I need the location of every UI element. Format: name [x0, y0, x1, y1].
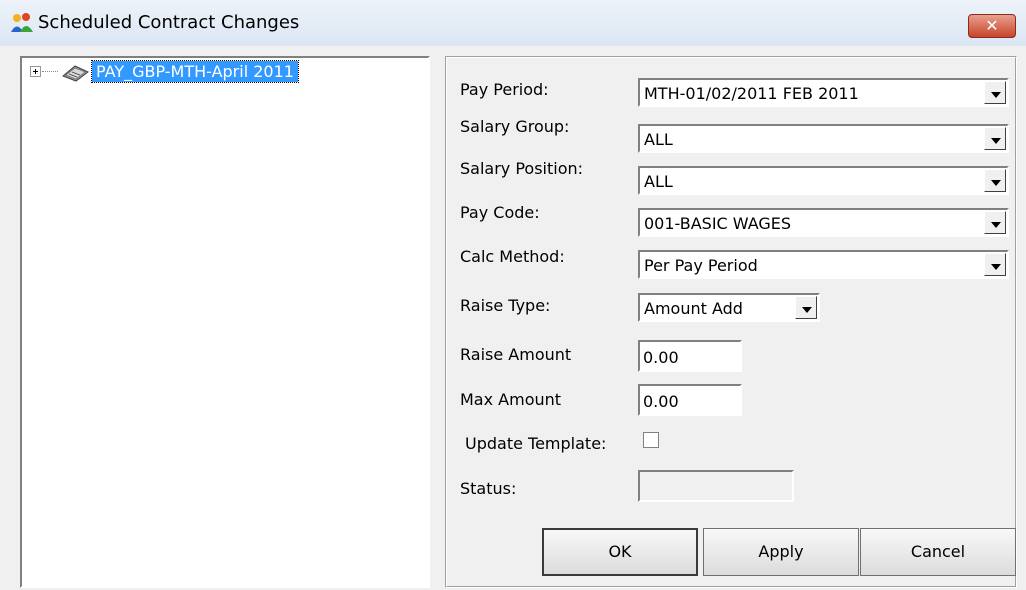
update-template-checkbox[interactable]	[643, 432, 659, 448]
pay-period-select[interactable]: MTH-01/02/2011 FEB 2011	[638, 78, 1009, 107]
chevron-down-icon	[991, 180, 1001, 186]
max-amount-value: 0.00	[643, 392, 679, 411]
payroll-tree[interactable]: PAY_GBP-MTH-April 2011	[20, 56, 430, 588]
ok-button[interactable]: OK	[542, 528, 698, 576]
chevron-down-icon	[802, 307, 812, 313]
cancel-button[interactable]: Cancel	[860, 528, 1016, 576]
salary-position-select[interactable]: ALL	[638, 166, 1009, 195]
tree-node-pay-period[interactable]: PAY_GBP-MTH-April 2011	[91, 60, 299, 83]
close-button[interactable]: ✕	[968, 14, 1016, 38]
pay-code-select[interactable]: 001-BASIC WAGES	[638, 208, 1009, 237]
raise-type-select[interactable]: Amount Add	[638, 293, 820, 322]
pay-code-label: Pay Code:	[460, 203, 540, 222]
salary-group-dropdown-button[interactable]	[984, 127, 1006, 150]
raise-amount-input[interactable]: 0.00	[638, 340, 742, 372]
close-icon: ✕	[985, 16, 999, 35]
tree-connector-line	[42, 71, 58, 72]
salary-group-select[interactable]: ALL	[638, 124, 1009, 153]
salary-position-dropdown-button[interactable]	[984, 169, 1006, 192]
title-bar: Scheduled Contract Changes ✕	[0, 0, 1026, 46]
pay-code-dropdown-button[interactable]	[984, 211, 1006, 234]
calc-method-select[interactable]: Per Pay Period	[638, 250, 1009, 279]
calc-method-value: Per Pay Period	[644, 256, 758, 275]
calc-method-label: Calc Method:	[460, 247, 565, 266]
chevron-down-icon	[991, 264, 1001, 270]
raise-type-label: Raise Type:	[460, 296, 551, 315]
payroll-book-icon	[62, 65, 89, 82]
raise-amount-value: 0.00	[643, 348, 679, 367]
salary-position-value: ALL	[644, 172, 673, 191]
status-field	[638, 470, 794, 502]
pay-period-dropdown-button[interactable]	[984, 81, 1006, 104]
window-title: Scheduled Contract Changes	[38, 12, 300, 33]
raise-type-value: Amount Add	[644, 299, 743, 318]
raise-amount-label: Raise Amount	[460, 345, 572, 364]
salary-group-value: ALL	[644, 130, 673, 149]
chevron-down-icon	[991, 138, 1001, 144]
tree-expand-icon[interactable]	[30, 66, 41, 77]
max-amount-label: Max Amount	[460, 390, 562, 409]
salary-position-label: Salary Position:	[460, 159, 584, 178]
apply-button[interactable]: Apply	[703, 528, 859, 576]
salary-group-label: Salary Group:	[460, 117, 570, 136]
pay-period-value: MTH-01/02/2011 FEB 2011	[644, 84, 859, 103]
raise-type-dropdown-button[interactable]	[795, 296, 817, 319]
pay-period-label: Pay Period:	[460, 80, 549, 99]
pay-code-value: 001-BASIC WAGES	[644, 214, 792, 233]
calc-method-dropdown-button[interactable]	[984, 253, 1006, 276]
people-group-icon	[11, 13, 33, 32]
max-amount-input[interactable]: 0.00	[638, 384, 742, 416]
update-template-label: Update Template:	[465, 434, 607, 453]
chevron-down-icon	[991, 92, 1001, 98]
chevron-down-icon	[991, 222, 1001, 228]
status-label: Status:	[460, 479, 517, 498]
